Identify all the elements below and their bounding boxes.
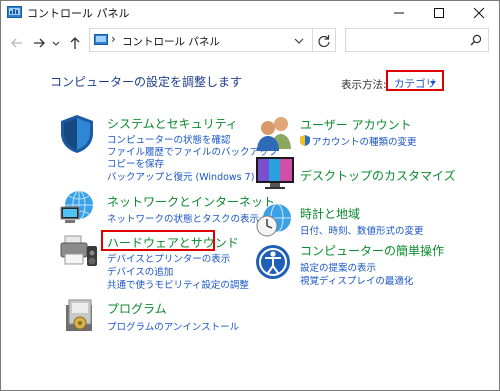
chevron-down-icon	[294, 38, 304, 44]
forward-arrow-icon[interactable]	[31, 35, 47, 51]
category-programs[interactable]: プログラム	[107, 300, 167, 317]
maximize-icon	[434, 8, 444, 18]
address-dropdown-button[interactable]	[287, 28, 311, 52]
refresh-button[interactable]	[312, 28, 336, 52]
address-bar[interactable]: › コントロール パネル	[89, 28, 313, 52]
category-network-internet[interactable]: ネットワークとインターネット	[107, 193, 275, 210]
category-desktop-customization[interactable]: デスクトップのカスタマイズ	[300, 167, 456, 184]
minimize-button[interactable]	[379, 1, 419, 25]
link-optimize-visual-display[interactable]: 視覚ディスプレイの最適化	[300, 273, 413, 287]
view-by-label: 表示方法:	[341, 79, 387, 91]
minimize-icon	[394, 12, 404, 14]
network-globe-icon[interactable]	[59, 189, 97, 225]
recent-locations-chevron-icon[interactable]	[51, 35, 61, 51]
link-uninstall-program[interactable]: プログラムのアンインストール	[107, 319, 239, 333]
breadcrumb-control-panel[interactable]: コントロール パネル	[122, 34, 220, 49]
category-clock-region[interactable]: 時計と地域	[300, 205, 360, 222]
link-change-account-type[interactable]: アカウントの種類の変更	[312, 134, 417, 148]
hardware-sound-highlight	[101, 230, 215, 251]
back-arrow-icon[interactable]	[9, 35, 25, 51]
close-button[interactable]	[459, 1, 499, 25]
link-mobility-settings[interactable]: 共通で使うモビリティ設定の調整	[107, 277, 249, 291]
up-arrow-icon[interactable]	[67, 35, 83, 51]
category-ease-of-access[interactable]: コンピューターの簡単操作	[300, 242, 444, 259]
control-panel-window: コントロール パネル › コントロール パネル コンピューターの設定を調整します…	[0, 0, 500, 391]
category-user-accounts[interactable]: ユーザー アカウント	[300, 116, 412, 133]
ease-of-access-icon[interactable]	[255, 244, 291, 280]
link-backup-restore-win7[interactable]: バックアップと復元 (Windows 7)	[107, 169, 254, 183]
control-panel-small-icon	[94, 34, 108, 45]
close-icon	[473, 7, 485, 19]
link-date-time-number-format[interactable]: 日付、時刻、数値形式の変更	[300, 223, 424, 237]
title-bar: コントロール パネル	[1, 1, 499, 25]
link-add-device[interactable]: デバイスの追加	[107, 264, 173, 278]
clock-globe-icon[interactable]	[255, 202, 293, 238]
window-title: コントロール パネル	[27, 7, 130, 20]
programs-icon[interactable]	[63, 297, 97, 333]
refresh-icon	[318, 35, 330, 48]
shield-icon[interactable]	[59, 114, 95, 154]
maximize-button[interactable]	[419, 1, 459, 25]
link-save-copy[interactable]: コピーを保存	[107, 156, 164, 170]
caret-down-icon[interactable]	[430, 81, 436, 85]
page-title: コンピューターの設定を調整します	[50, 75, 243, 89]
uac-shield-icon	[300, 135, 310, 146]
search-icon[interactable]	[470, 34, 482, 46]
printer-speaker-icon[interactable]	[59, 234, 99, 268]
control-panel-icon	[7, 6, 22, 18]
link-network-status-tasks[interactable]: ネットワークの状態とタスクの表示	[107, 211, 259, 225]
link-devices-printers[interactable]: デバイスとプリンターの表示	[107, 251, 230, 265]
category-system-security[interactable]: システムとセキュリティ	[107, 115, 238, 132]
search-input[interactable]	[345, 28, 489, 52]
monitor-icon[interactable]	[255, 156, 295, 190]
breadcrumb-separator: ›	[111, 32, 116, 46]
users-icon[interactable]	[255, 115, 295, 151]
link-recommended-settings[interactable]: 設定の提案の表示	[300, 260, 376, 274]
